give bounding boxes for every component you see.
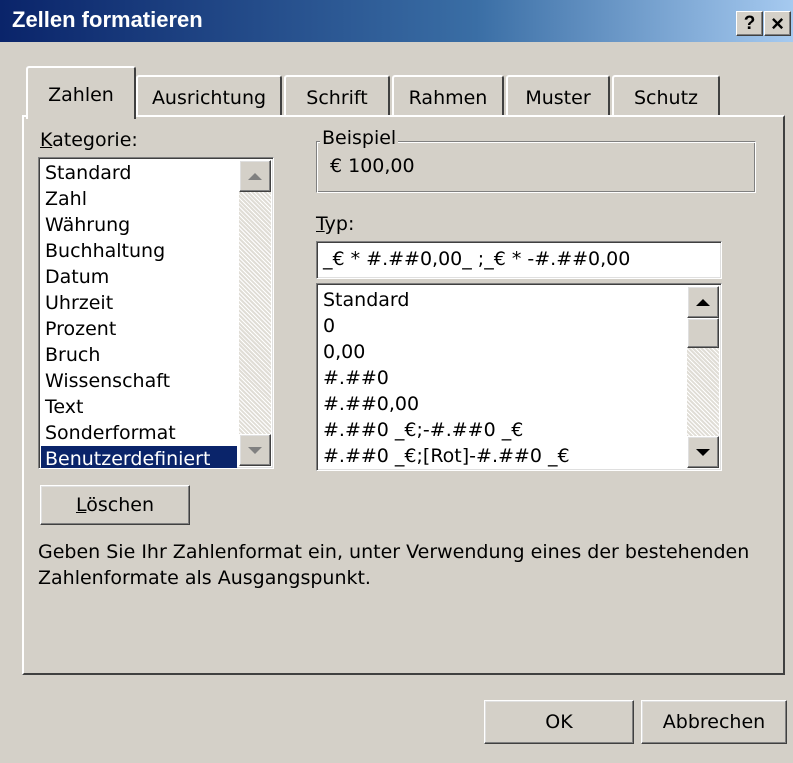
- list-item[interactable]: Uhrzeit: [41, 290, 237, 316]
- scroll-down-button[interactable]: [239, 434, 271, 466]
- kategorie-scrollbar[interactable]: [239, 160, 271, 466]
- tab-schutz[interactable]: Schutz: [612, 75, 720, 117]
- beispiel-label: Beispiel: [320, 127, 399, 149]
- list-item[interactable]: 0: [319, 313, 685, 339]
- list-item[interactable]: Wissenschaft: [41, 368, 237, 394]
- arrow-down-icon: [248, 446, 262, 454]
- cancel-button[interactable]: Abbrechen: [641, 700, 787, 744]
- list-item-selected[interactable]: Benutzerdefiniert: [41, 446, 237, 468]
- list-item[interactable]: Prozent: [41, 316, 237, 342]
- typ-label: Typ:: [316, 213, 355, 235]
- delete-button[interactable]: Löschen: [40, 485, 190, 525]
- beispiel-value: € 100,00: [330, 155, 415, 177]
- list-item[interactable]: Zahl: [41, 186, 237, 212]
- tab-zahlen[interactable]: Zahlen: [26, 66, 136, 119]
- kategorie-listbox[interactable]: Standard Zahl Währung Buchhaltung Datum …: [38, 157, 274, 469]
- typ-input[interactable]: _€ * #.##0,00_ ;_€ * -#.##0,00: [316, 241, 722, 279]
- title-bar: Zellen formatieren ? ×: [0, 0, 793, 42]
- list-item[interactable]: Währung: [41, 212, 237, 238]
- ok-button[interactable]: OK: [484, 700, 634, 744]
- list-item[interactable]: Bruch: [41, 342, 237, 368]
- typ-scrollbar[interactable]: [687, 286, 719, 468]
- list-item[interactable]: #.##0 _€;[Rot]-#.##0 _€: [319, 443, 685, 469]
- help-button[interactable]: ?: [736, 11, 763, 36]
- list-item[interactable]: Standard: [41, 160, 237, 186]
- list-item[interactable]: #.##0,00: [319, 391, 685, 417]
- tab-panel-zahlen: Kategorie: Standard Zahl Währung Buchhal…: [22, 115, 785, 675]
- window-title: Zellen formatieren: [12, 7, 203, 32]
- tab-schrift[interactable]: Schrift: [284, 75, 390, 117]
- typ-listbox[interactable]: Standard 0 0,00 #.##0 #.##0,00 #.##0 _€;…: [316, 283, 722, 471]
- list-item[interactable]: Sonderformat: [41, 420, 237, 446]
- description-line-1: Geben Sie Ihr Zahlenformat ein, unter Ve…: [38, 541, 750, 563]
- kategorie-label: Kategorie:: [40, 129, 138, 151]
- tab-muster[interactable]: Muster: [506, 75, 610, 117]
- list-item[interactable]: 0,00: [319, 339, 685, 365]
- arrow-up-icon: [696, 298, 710, 306]
- tab-ausrichtung[interactable]: Ausrichtung: [136, 75, 282, 117]
- list-item[interactable]: Datum: [41, 264, 237, 290]
- description-line-2: Zahlenformate als Ausgangspunkt.: [38, 567, 371, 589]
- scroll-down-button[interactable]: [687, 436, 719, 468]
- list-item[interactable]: Buchhaltung: [41, 238, 237, 264]
- list-item[interactable]: #.##0 _€;-#.##0 _€: [319, 417, 685, 443]
- scroll-thumb[interactable]: [687, 318, 719, 348]
- list-item[interactable]: Standard: [319, 287, 685, 313]
- close-button[interactable]: ×: [764, 11, 791, 36]
- list-item[interactable]: #.##0: [319, 365, 685, 391]
- list-item[interactable]: Text: [41, 394, 237, 420]
- scroll-up-button[interactable]: [239, 160, 271, 192]
- tab-rahmen[interactable]: Rahmen: [392, 75, 504, 117]
- scroll-up-button[interactable]: [687, 286, 719, 318]
- arrow-down-icon: [696, 448, 710, 456]
- arrow-up-icon: [248, 172, 262, 180]
